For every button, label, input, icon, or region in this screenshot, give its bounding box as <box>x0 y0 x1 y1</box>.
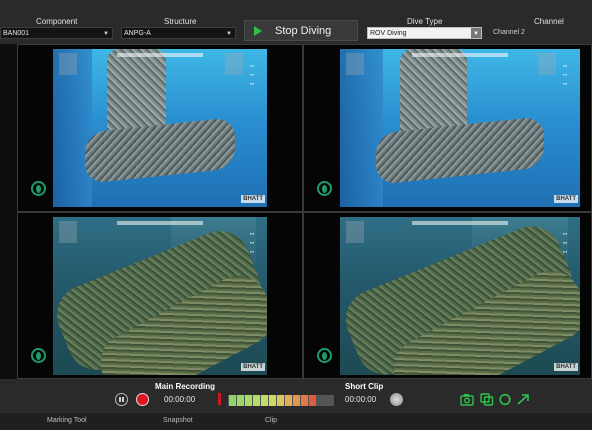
camera-feed: ▪▪▪ ▪▪▪ ▪▪▪ BHATT <box>53 217 267 375</box>
meter-segment <box>293 395 300 406</box>
channel-label: Channel <box>534 17 564 26</box>
dive-type-value: ROV Diving <box>370 30 407 37</box>
watermark-brand: BHATT <box>241 195 265 203</box>
chevron-down-icon: ▼ <box>226 31 232 37</box>
video-cell-2[interactable]: ▪▪▪ ▪▪▪ ▪▪▪ BHATT <box>303 44 592 212</box>
bottom-tab-bar <box>0 413 592 430</box>
component-select[interactable]: BAN001 ▼ <box>0 27 113 39</box>
short-clip-record-button[interactable] <box>390 393 403 406</box>
meter-segment <box>253 395 260 406</box>
main-recording-time: 00:00:00 <box>164 395 196 404</box>
video-grid: ▪▪▪ ▪▪▪ ▪▪▪ BHATT ▪▪▪ ▪▪▪ ▪▪▪ BHATT ▪▪▪ ▪▪▪ ▪▪… <box>0 44 592 379</box>
recording-indicator <box>218 393 221 405</box>
camera-feed: ▪▪▪ ▪▪▪ ▪▪▪ BHATT <box>340 49 580 207</box>
company-logo-icon <box>317 181 332 196</box>
audio-level-meter <box>228 395 334 406</box>
meter-segment <box>229 395 236 406</box>
arrow-up-right-icon[interactable] <box>516 393 530 406</box>
dive-type-label: Dive Type <box>407 17 443 26</box>
watermark-brand: BHATT <box>241 363 265 371</box>
company-logo-icon <box>317 348 332 363</box>
stop-diving-button[interactable]: Stop Diving <box>244 20 358 41</box>
video-cell-3[interactable]: ▪▪▪ ▪▪▪ ▪▪▪ BHATT <box>17 212 303 379</box>
stop-diving-label: Stop Diving <box>275 25 332 37</box>
tab-snapshot[interactable]: Snapshot <box>163 417 193 424</box>
meter-segment <box>269 395 276 406</box>
copy-icon[interactable] <box>480 393 494 406</box>
short-clip-label: Short Clip <box>345 382 384 391</box>
company-logo-icon <box>31 181 46 196</box>
camera-feed: ▪▪▪ ▪▪▪ ▪▪▪ BHATT <box>340 217 580 375</box>
top-toolbar: Component BAN001 ▼ Structure ANPG-A ▼ St… <box>0 0 592 44</box>
company-logo-icon <box>31 348 46 363</box>
channel-value: Channel 2 <box>493 29 525 36</box>
structure-label: Structure <box>164 17 197 26</box>
chevron-down-icon: ▼ <box>471 28 481 38</box>
meter-segment <box>237 395 244 406</box>
play-icon <box>254 26 262 36</box>
camera-icon[interactable] <box>460 393 474 406</box>
dive-type-select[interactable]: ROV Diving ▼ <box>367 27 482 39</box>
tab-marking-tool[interactable]: Marking Tool <box>47 417 87 424</box>
component-label: Component <box>36 17 78 26</box>
pause-button[interactable] <box>115 393 128 406</box>
meter-segment <box>261 395 268 406</box>
circle-icon[interactable] <box>498 393 512 406</box>
meter-segment <box>277 395 284 406</box>
meter-segment <box>301 395 308 406</box>
watermark-brand: BHATT <box>554 195 578 203</box>
chevron-down-icon: ▼ <box>103 31 109 37</box>
video-cell-1[interactable]: ▪▪▪ ▪▪▪ ▪▪▪ BHATT <box>17 44 303 212</box>
watermark-brand: BHATT <box>554 363 578 371</box>
short-clip-time: 00:00:00 <box>345 395 377 404</box>
record-button[interactable] <box>136 393 149 406</box>
meter-segment <box>309 395 316 406</box>
camera-feed: ▪▪▪ ▪▪▪ ▪▪▪ BHATT <box>53 49 267 207</box>
structure-select[interactable]: ANPG-A ▼ <box>121 27 236 39</box>
main-recording-label: Main Recording <box>155 382 216 391</box>
tab-clip[interactable]: Clip <box>265 417 277 424</box>
meter-segment <box>245 395 252 406</box>
component-value: BAN001 <box>3 30 30 37</box>
meter-segment <box>285 395 292 406</box>
video-cell-4[interactable]: ▪▪▪ ▪▪▪ ▪▪▪ BHATT <box>303 212 592 379</box>
structure-value: ANPG-A <box>124 30 151 37</box>
